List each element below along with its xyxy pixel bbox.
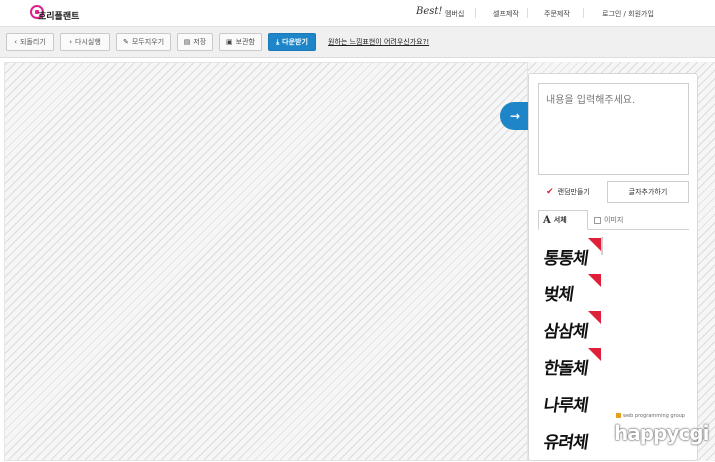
site-header: 호리플랜트 Best! 멤버십 셀프제작 주문제작 로그인 / 회원가입 — [0, 0, 715, 27]
font-item[interactable]: 벚체 — [542, 274, 601, 308]
font-sample: 삼삼체 — [542, 322, 589, 342]
help-link[interactable]: 원하는 느낌표현이 어려우신가요?! — [328, 37, 429, 47]
font-sample: 벚체 — [542, 285, 575, 305]
undo-button[interactable]: ‹ 되돌리기 — [6, 33, 54, 51]
editor-panel: ✔ 랜덤만들기 글자추가하기 A 서체 이미지 통통체 벚체 삼삼체 한돌체 — [528, 73, 698, 461]
save-button[interactable]: ▤ 저장 — [177, 33, 213, 51]
nav-order-make[interactable]: 주문제작 — [544, 9, 570, 19]
font-sample: 통통체 — [542, 249, 589, 269]
tab-images[interactable]: 이미지 — [590, 210, 627, 230]
storage-label: 보관함 — [235, 38, 255, 46]
nav-self-make[interactable]: 셀프제작 — [493, 9, 519, 19]
panel-tabs: A 서체 이미지 — [538, 210, 689, 230]
nav-divider — [583, 8, 584, 18]
font-item[interactable]: 한돌체 — [542, 348, 601, 382]
save-label: 저장 — [193, 38, 207, 46]
check-icon: ✔ — [546, 187, 554, 197]
erase-icon: ✎ — [122, 38, 129, 46]
undo-label: 되돌리기 — [20, 38, 46, 46]
logo[interactable]: 호리플랜트 — [30, 4, 92, 22]
best-label: Best! — [416, 6, 443, 17]
download-icon: ⤓ — [276, 37, 280, 46]
font-item[interactable]: 나루체 — [542, 385, 600, 419]
logo-text: 호리플랜트 — [38, 12, 80, 22]
tab-fonts[interactable]: A 서체 — [538, 210, 588, 230]
font-item[interactable]: 삼삼체 — [542, 311, 601, 345]
nav-membership[interactable]: 멤버십 — [445, 9, 464, 19]
undo-icon: ‹ — [14, 38, 18, 46]
font-sample: 나루체 — [542, 396, 589, 416]
font-icon: A — [543, 214, 551, 226]
random-make-button[interactable]: ✔ 랜덤만들기 — [538, 182, 598, 202]
content-input[interactable] — [538, 83, 689, 175]
download-label: 다운받기 — [282, 38, 308, 46]
clear-all-button[interactable]: ✎ 모두지우기 — [116, 33, 171, 51]
random-make-label: 랜덤만들기 — [557, 188, 590, 196]
briefcase-icon: ▣ — [226, 38, 233, 46]
add-text-button[interactable]: 글자추가하기 — [607, 181, 689, 203]
new-badge-icon — [588, 348, 601, 361]
nav-login-signup[interactable]: 로그인 / 회원가입 — [602, 9, 654, 19]
redo-label: 다시실행 — [75, 38, 101, 46]
tab-fonts-label: 서체 — [553, 216, 567, 224]
collapse-arrow-icon: → — [509, 109, 521, 123]
new-badge-icon — [588, 274, 601, 287]
new-badge-icon — [588, 238, 601, 251]
new-badge-icon — [588, 311, 601, 324]
nav-divider — [475, 8, 476, 18]
download-button[interactable]: ⤓ 다운받기 — [268, 33, 316, 51]
watermark-title: happycgi — [614, 421, 709, 445]
watermark-subtitle: web programming group — [616, 413, 685, 419]
font-item[interactable]: 통통체 — [542, 238, 601, 272]
save-icon: ▤ — [183, 38, 191, 46]
tab-images-label: 이미지 — [604, 216, 624, 224]
clear-all-label: 모두지우기 — [131, 38, 165, 46]
font-sample: 한돌체 — [542, 359, 589, 379]
redo-icon: › — [69, 38, 73, 46]
design-canvas[interactable] — [4, 62, 528, 461]
font-list-scrollbar[interactable] — [601, 237, 603, 255]
add-text-label: 글자추가하기 — [628, 188, 668, 196]
nav-divider — [527, 8, 528, 18]
font-item[interactable]: 유려체 — [542, 422, 600, 456]
panel-toggle-button[interactable]: → — [500, 102, 530, 130]
redo-button[interactable]: › 다시실행 — [60, 33, 110, 51]
watermark-logo: web programming group happycgi — [612, 413, 712, 459]
storage-button[interactable]: ▣ 보관함 — [219, 33, 262, 51]
image-icon — [594, 216, 601, 224]
font-sample: 유려체 — [542, 433, 589, 453]
